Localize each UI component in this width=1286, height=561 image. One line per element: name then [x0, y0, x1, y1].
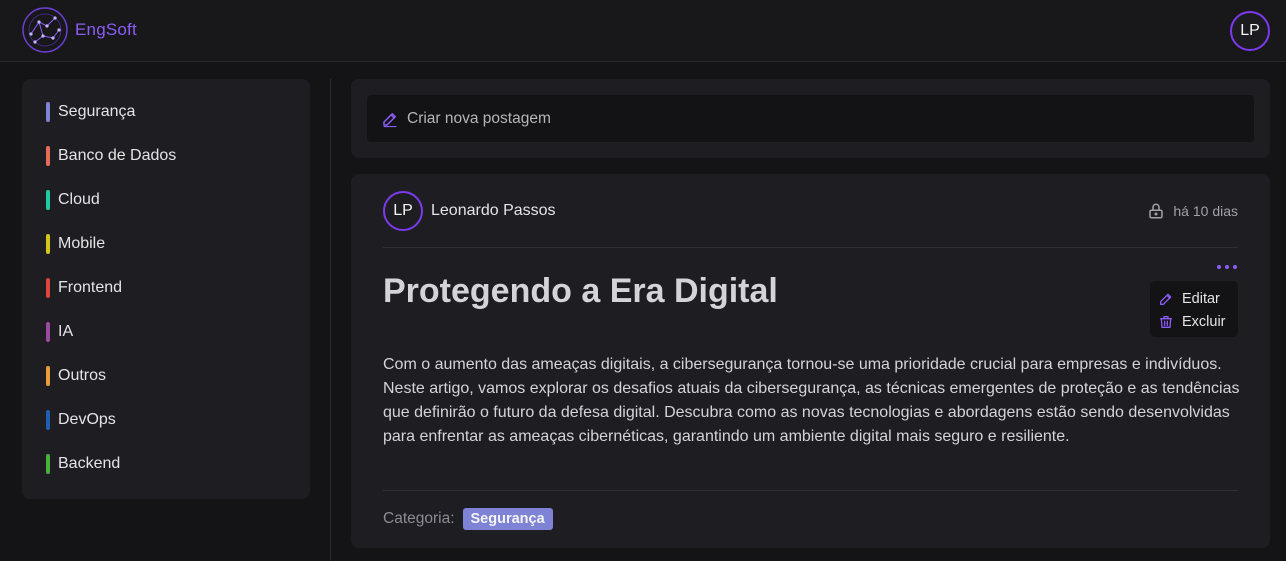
sidebar-item-banco-de-dados[interactable]: Banco de Dados [46, 146, 176, 166]
category-color-marker [46, 102, 50, 122]
category-color-marker [46, 454, 50, 474]
top-bar: EngSoft LP [0, 0, 1286, 62]
category-color-marker [46, 366, 50, 386]
sidebar-item-label: DevOps [58, 411, 116, 428]
post-body: Com o aumento das ameaças digitais, a ci… [383, 356, 1240, 445]
category-color-marker [46, 410, 50, 430]
user-avatar[interactable]: LP [1230, 11, 1270, 51]
constellation-logo-icon[interactable] [21, 6, 69, 54]
sidebar-item-label: IA [58, 323, 74, 340]
pencil-icon [1160, 293, 1172, 305]
sidebar-item-mobile[interactable]: Mobile [46, 234, 105, 254]
create-post-input[interactable]: Criar nova postagem [367, 95, 1254, 142]
sidebar-item-label: Outros [58, 367, 107, 384]
category-label: Categoria: [383, 510, 455, 527]
edit-button[interactable]: Editar [1158, 289, 1220, 309]
sidebar-item-label: Banco de Dados [58, 147, 177, 164]
edit-label: Editar [1182, 291, 1220, 307]
composer-card: Criar nova postagem [351, 79, 1270, 158]
sidebar-item-seguranca[interactable]: Segurança [46, 102, 135, 122]
lock-icon [1149, 203, 1164, 219]
post-card: LP Leonardo Passos há 10 dias Protegendo… [351, 174, 1270, 548]
sidebar-item-cloud[interactable]: Cloud [46, 190, 100, 210]
author-avatar[interactable]: LP [383, 191, 423, 231]
post-category: Categoria: Segurança [383, 508, 553, 530]
category-color-marker [46, 146, 50, 166]
sidebar-item-label: Cloud [58, 191, 100, 208]
delete-label: Excluir [1182, 314, 1226, 330]
delete-button[interactable]: Excluir [1158, 312, 1226, 332]
post-time: há 10 dias [1173, 203, 1238, 219]
category-color-marker [46, 278, 50, 298]
author-name[interactable]: Leonardo Passos [431, 202, 556, 220]
category-badge[interactable]: Segurança [462, 508, 553, 530]
sidebar-item-label: Backend [58, 455, 121, 472]
category-color-marker [46, 322, 50, 342]
create-post-label: Criar nova postagem [407, 109, 551, 127]
footer-divider [383, 490, 1238, 491]
category-sidebar: Segurança Banco de Dados Cloud Mobile Fr… [22, 79, 310, 499]
sidebar-item-backend[interactable]: Backend [46, 454, 120, 474]
content-divider [330, 79, 331, 561]
category-color-marker [46, 234, 50, 254]
sidebar-item-label: Mobile [58, 235, 106, 252]
post-actions-menu: Editar Excluir [1150, 281, 1238, 337]
trash-icon [1160, 316, 1172, 328]
sidebar-item-label: Segurança [58, 103, 136, 120]
header-divider [383, 247, 1238, 248]
more-dots-icon[interactable] [1217, 262, 1237, 272]
pencil-icon [383, 112, 397, 127]
sidebar-item-frontend[interactable]: Frontend [46, 278, 122, 298]
sidebar-item-label: Frontend [58, 279, 123, 296]
post-meta: há 10 dias [1147, 202, 1238, 220]
sidebar-item-devops[interactable]: DevOps [46, 410, 116, 430]
sidebar-item-outros[interactable]: Outros [46, 366, 106, 386]
brand-name[interactable]: EngSoft [75, 20, 137, 40]
post-title: Protegendo a Era Digital [383, 272, 778, 310]
category-color-marker [46, 190, 50, 210]
sidebar-item-ia[interactable]: IA [46, 322, 73, 342]
